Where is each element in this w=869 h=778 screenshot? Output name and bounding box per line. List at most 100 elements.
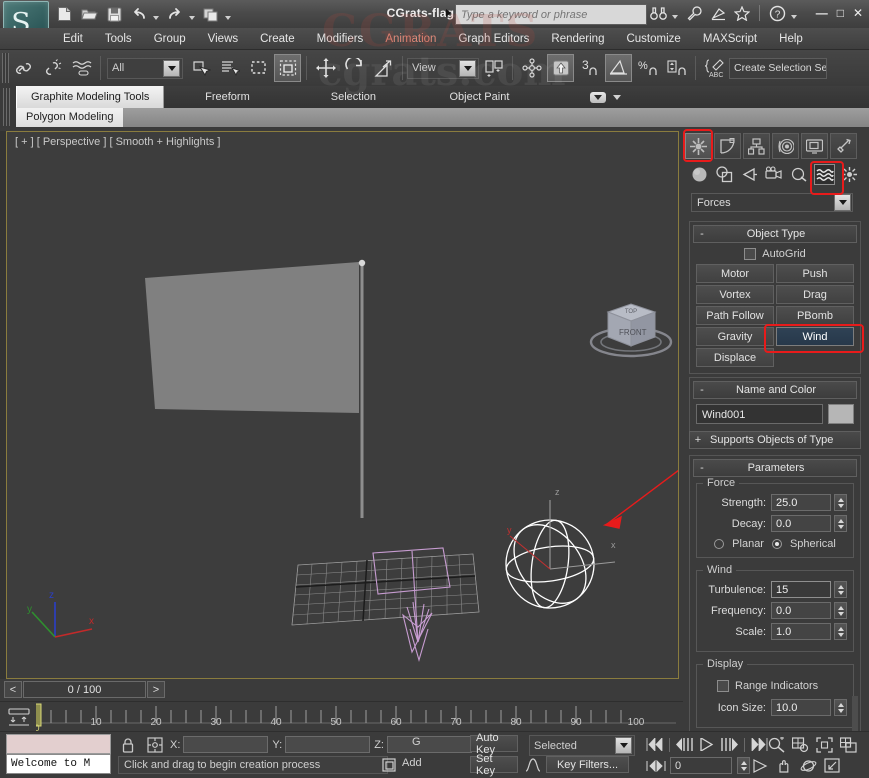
- coordinate-input-y[interactable]: [285, 736, 371, 753]
- auto-key-button[interactable]: Auto Key: [470, 732, 518, 756]
- menu-item-customize[interactable]: Customize: [615, 31, 691, 47]
- frequency-input[interactable]: 0.0: [771, 602, 831, 619]
- key-mode-dropdown[interactable]: Selected: [529, 735, 635, 756]
- modify-tab[interactable]: [714, 133, 741, 159]
- object-type-button-wind[interactable]: Wind: [776, 327, 854, 346]
- absolute-relative-transform-icon[interactable]: [143, 735, 167, 755]
- object-type-button-gravity[interactable]: Gravity: [696, 327, 774, 346]
- previous-frame-icon[interactable]: [673, 735, 695, 754]
- spinner-snap-toggle-icon[interactable]: [663, 54, 690, 82]
- time-slider-handle[interactable]: 0 / 100: [23, 681, 146, 698]
- play-animation-icon[interactable]: [696, 735, 718, 754]
- named-selection-set-input[interactable]: Create Selection Se: [729, 57, 827, 79]
- rollout-collapse-icon[interactable]: -: [694, 384, 710, 396]
- binoculars-dropdown-icon[interactable]: [672, 14, 678, 19]
- select-and-move-icon[interactable]: [312, 54, 339, 82]
- helpers-category-icon[interactable]: [789, 164, 810, 185]
- object-type-header[interactable]: - Object Type: [693, 225, 857, 243]
- create-tab[interactable]: [685, 133, 712, 159]
- chevron-down-icon[interactable]: [834, 194, 851, 211]
- command-panel-scrollbar-thumb[interactable]: [852, 696, 858, 731]
- object-type-button-pbomb[interactable]: PBomb: [776, 306, 854, 325]
- object-color-swatch[interactable]: [828, 404, 854, 424]
- menu-item-edit[interactable]: Edit: [52, 31, 94, 47]
- ribbon-panel-polygon-modeling[interactable]: Polygon Modeling: [16, 108, 124, 127]
- icon-size-spinner[interactable]: [834, 699, 847, 716]
- coordinate-input-x[interactable]: [183, 736, 269, 753]
- hierarchy-tab[interactable]: [743, 133, 770, 159]
- unlink-selection-icon[interactable]: [39, 54, 66, 82]
- frequency-spinner[interactable]: [834, 602, 847, 619]
- menu-item-animation[interactable]: Animation: [374, 31, 447, 47]
- systems-category-icon[interactable]: [839, 164, 860, 185]
- shapes-category-icon[interactable]: [714, 164, 735, 185]
- menu-item-maxscript[interactable]: MAXScript: [692, 31, 768, 47]
- perspective-viewport[interactable]: z x y TOP FRONT z y x [+] [Perspectiv…: [6, 131, 679, 679]
- ribbon-tab-object-paint[interactable]: Object Paint: [416, 86, 542, 108]
- chevron-down-icon[interactable]: [163, 59, 180, 77]
- object-type-button-path-follow[interactable]: Path Follow: [696, 306, 774, 325]
- rectangular-selection-region-icon[interactable]: [245, 54, 272, 82]
- add-time-tag-icon[interactable]: [378, 755, 400, 775]
- subcategory-dropdown[interactable]: Forces: [691, 193, 853, 212]
- menu-item-help[interactable]: Help: [768, 31, 814, 47]
- chevron-down-icon[interactable]: [615, 737, 632, 754]
- reference-coordinate-system-dropdown[interactable]: View: [407, 57, 479, 79]
- go-to-start-icon[interactable]: [644, 735, 666, 754]
- help-icon[interactable]: ?: [767, 3, 787, 23]
- turbulence-input[interactable]: 15: [771, 581, 831, 598]
- window-crossing-toggle-icon[interactable]: [274, 54, 301, 82]
- add-time-tag-label[interactable]: Add: [402, 757, 422, 769]
- menu-item-create[interactable]: Create: [249, 31, 306, 47]
- previous-frame-button[interactable]: <: [4, 681, 22, 698]
- maxscript-mini-listener-output[interactable]: [6, 734, 111, 754]
- menu-item-graph-editors[interactable]: Graph Editors: [447, 31, 540, 47]
- ribbon-pill-icon[interactable]: [589, 91, 606, 103]
- help-dropdown-icon[interactable]: [791, 14, 797, 19]
- open-mini-curve-editor-icon[interactable]: [6, 705, 32, 729]
- angle-snap-toggle-icon[interactable]: [605, 54, 632, 82]
- chevron-down-icon[interactable]: [612, 94, 621, 100]
- coordinate-input-z[interactable]: [386, 736, 472, 753]
- current-frame-field[interactable]: 0: [670, 757, 732, 774]
- menu-item-group[interactable]: Group: [143, 31, 197, 47]
- object-type-button-drag[interactable]: Drag: [776, 285, 854, 304]
- object-name-input[interactable]: Wind001: [696, 404, 823, 424]
- minimize-button[interactable]: —: [816, 6, 828, 20]
- close-button[interactable]: ✕: [853, 6, 863, 20]
- menu-item-modifiers[interactable]: Modifiers: [306, 31, 375, 47]
- decay-spinner[interactable]: [834, 515, 847, 532]
- search-expand-icon[interactable]: [446, 9, 451, 17]
- binoculars-icon[interactable]: [648, 3, 668, 23]
- ribbon-overflow-menu[interactable]: [542, 86, 668, 108]
- object-type-button-vortex[interactable]: Vortex: [696, 285, 774, 304]
- rollout-collapse-icon[interactable]: -: [694, 462, 710, 474]
- ribbon-grip[interactable]: [3, 88, 10, 126]
- decay-input[interactable]: 0.0: [771, 515, 831, 532]
- set-key-filters-curve-icon[interactable]: [522, 755, 544, 775]
- orbit-icon[interactable]: [797, 756, 819, 775]
- use-pivot-point-center-icon[interactable]: [480, 54, 507, 82]
- select-and-scale-icon[interactable]: [370, 54, 397, 82]
- strength-spinner[interactable]: [834, 494, 847, 511]
- parameters-header[interactable]: - Parameters: [693, 459, 857, 477]
- satellite-dish-icon[interactable]: [708, 3, 728, 23]
- set-key-button[interactable]: Set Key: [470, 753, 518, 777]
- zoom-all-icon[interactable]: [789, 735, 811, 754]
- zoom-extents-all-icon[interactable]: [837, 735, 859, 754]
- search-input[interactable]: [456, 5, 646, 24]
- search-box[interactable]: [455, 4, 647, 25]
- chevron-down-icon[interactable]: [459, 59, 476, 77]
- lock-selection-icon[interactable]: [116, 735, 140, 755]
- maxscript-mini-listener-input[interactable]: Welcome to M: [6, 754, 111, 774]
- select-and-rotate-icon[interactable]: [341, 54, 368, 82]
- ribbon-tab-selection[interactable]: Selection: [290, 86, 416, 108]
- space-warps-category-icon[interactable]: [814, 164, 835, 185]
- select-object-icon[interactable]: [187, 54, 214, 82]
- range-indicators-row[interactable]: Range Indicators: [703, 680, 847, 692]
- select-and-manipulate-icon[interactable]: [518, 54, 545, 82]
- ribbon-tab-graphite-modeling-tools[interactable]: Graphite Modeling Tools: [16, 86, 165, 108]
- next-frame-button[interactable]: >: [147, 681, 165, 698]
- utilities-tab[interactable]: [830, 133, 857, 159]
- supports-objects-header[interactable]: + Supports Objects of Type: [689, 431, 861, 449]
